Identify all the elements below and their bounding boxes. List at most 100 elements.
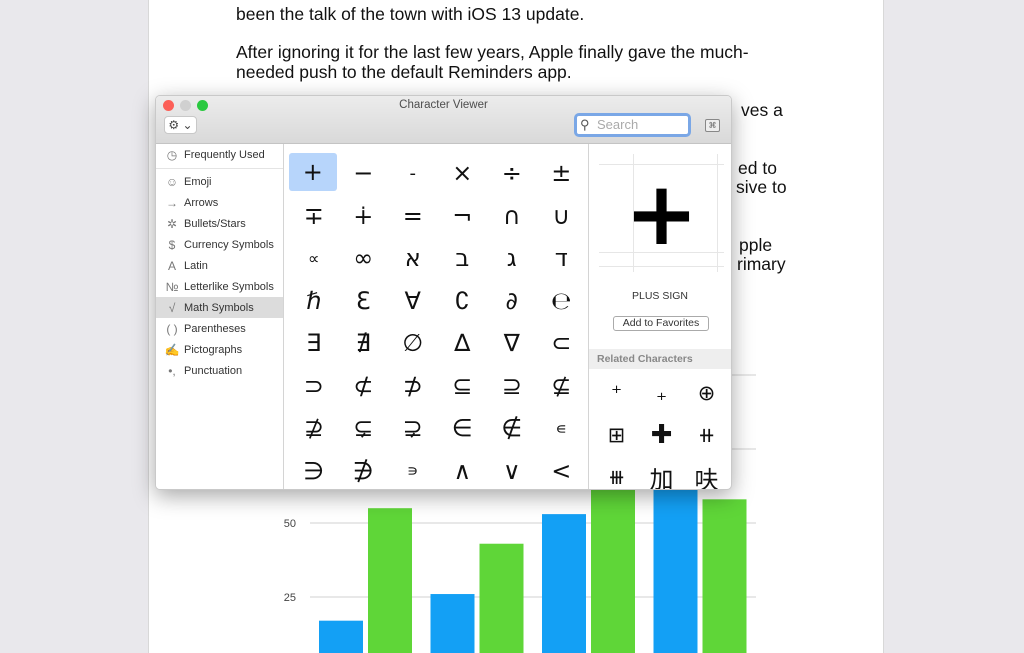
sidebar-item-letterlike-symbols[interactable]: № Letterlike Symbols <box>156 276 283 297</box>
sidebar-item-parentheses[interactable]: ( ) Parentheses <box>156 318 283 339</box>
character-cell[interactable]: ℮ <box>537 280 587 323</box>
sidebar-item-latin[interactable]: A Latin <box>156 255 283 276</box>
character-cell[interactable]: ⊅ <box>388 365 438 408</box>
character-cell[interactable]: < <box>537 450 587 490</box>
sidebar-item-arrows[interactable]: → Arrows <box>156 192 283 213</box>
character-cell[interactable]: ∂ <box>487 280 537 323</box>
sidebar-item-label: Punctuation <box>184 364 243 377</box>
character-cell[interactable]: + <box>289 153 337 191</box>
arrow-icon: → <box>166 195 178 210</box>
parentheses-icon: ( ) <box>166 321 178 336</box>
character-cell[interactable]: ∓ <box>289 195 339 238</box>
clock-icon: ◷ <box>166 147 178 162</box>
character-cell[interactable]: ∋ <box>289 450 339 490</box>
y-tick-label: 50 <box>284 518 296 530</box>
character-detail-panel: + PLUS SIGN Add to Favorites Related Cha… <box>588 144 731 489</box>
character-cell[interactable]: ∁ <box>438 280 488 323</box>
character-cell[interactable]: ⊈ <box>537 365 587 408</box>
character-cell[interactable]: ÷ <box>487 152 537 195</box>
character-cell[interactable]: ⊂ <box>537 322 587 365</box>
smiley-icon: ☺ <box>165 174 179 189</box>
character-cell[interactable]: ¬ <box>438 195 488 238</box>
category-sidebar: ◷ Frequently Used ☺ Emoji → Arrows ✲ Bullets/St… <box>156 144 284 489</box>
sidebar-item-label: Emoji <box>184 175 212 188</box>
character-cell[interactable]: ⊃ <box>289 365 339 408</box>
related-character-cell[interactable]: ✚ <box>639 414 684 456</box>
character-cell[interactable]: ∍ <box>388 450 438 490</box>
character-cell[interactable]: ± <box>537 152 587 195</box>
title-bar[interactable]: Character Viewer ⚙ ⌄ ⚲ Search ⌘ <box>156 96 731 144</box>
character-cell[interactable]: א <box>388 237 438 280</box>
pictograph-icon: ✍ <box>164 342 180 357</box>
character-cell[interactable]: ∞ <box>339 237 389 280</box>
sidebar-item-label: Parentheses <box>184 322 246 335</box>
bar-series1-cat1 <box>319 620 363 653</box>
character-cell[interactable]: ⊆ <box>438 365 488 408</box>
character-cell[interactable]: ∉ <box>487 407 537 450</box>
character-cell[interactable]: ∩ <box>487 195 537 238</box>
sidebar-item-currency-symbols[interactable]: $ Currency Symbols <box>156 234 283 255</box>
sidebar-item-label: Math Symbols <box>184 301 254 314</box>
character-cell[interactable]: ∆ <box>438 322 488 365</box>
related-character-cell[interactable]: ⊕ <box>684 372 729 414</box>
gear-menu-button[interactable]: ⚙ ⌄ <box>164 116 197 134</box>
sidebar-item-emoji[interactable]: ☺ Emoji <box>156 171 283 192</box>
character-cell[interactable]: ד <box>537 237 587 280</box>
sidebar-item-punctuation[interactable]: •, Punctuation <box>156 360 283 381</box>
character-cell[interactable]: ⊋ <box>388 407 438 450</box>
character-cell[interactable]: ∄ <box>339 322 389 365</box>
search-placeholder: Search <box>597 117 639 132</box>
character-cell[interactable]: = <box>388 195 438 238</box>
character-cell[interactable]: ג <box>487 237 537 280</box>
sidebar-item-math-symbols[interactable]: √ Math Symbols <box>156 297 283 318</box>
bar-series1-cat4 <box>653 463 698 653</box>
character-cell[interactable]: ב <box>438 237 488 280</box>
character-cell[interactable]: ⊉ <box>289 407 339 450</box>
character-cell[interactable]: ∀ <box>388 280 438 323</box>
character-cell[interactable]: − <box>339 152 389 195</box>
character-cell[interactable]: ∊ <box>537 407 587 450</box>
bar-series2-cat3 <box>591 475 635 653</box>
character-cell[interactable]: ∝ <box>289 237 339 280</box>
related-character-cell[interactable]: 呋 <box>684 456 729 490</box>
character-cell[interactable]: ℏ <box>289 280 339 323</box>
dollar-icon: $ <box>168 237 176 252</box>
bar-series1-cat3 <box>542 514 586 653</box>
related-characters-grid: ⁺ ₊ ⊕ ⊞ ✚ ⧺ ⧻ 加呋 <box>594 372 729 490</box>
character-cell[interactable]: ⊊ <box>339 407 389 450</box>
character-name: PLUS SIGN <box>631 290 689 302</box>
sidebar-item-label: Letterlike Symbols <box>184 280 274 293</box>
character-cell[interactable]: ∅ <box>388 322 438 365</box>
add-to-favorites-button[interactable]: Add to Favorites <box>613 316 709 331</box>
sidebar-item-frequently-used[interactable]: ◷ Frequently Used <box>156 144 283 165</box>
character-cell[interactable]: ∌ <box>339 450 389 490</box>
bar-series1-cat2 <box>430 594 475 653</box>
related-character-cell[interactable]: ⁺ <box>594 372 639 414</box>
character-cell[interactable]: ⊇ <box>487 365 537 408</box>
character-cell[interactable]: ∈ <box>438 407 488 450</box>
sidebar-item-label: Currency Symbols <box>184 238 274 251</box>
search-input[interactable]: ⚲ Search <box>574 113 691 137</box>
character-cell[interactable]: ∔ <box>339 195 389 238</box>
character-cell[interactable]: ∨ <box>487 450 537 490</box>
keyboard-viewer-icon[interactable]: ⌘ <box>705 119 720 132</box>
related-character-cell[interactable]: ⊞ <box>594 414 639 456</box>
related-character-cell[interactable]: ⧺ <box>684 414 729 456</box>
character-cell[interactable]: ∧ <box>438 450 488 490</box>
sidebar-item-pictographs[interactable]: ✍ Pictographs <box>156 339 283 360</box>
character-cell[interactable]: ∇ <box>487 322 537 365</box>
bar-series2-cat2 <box>479 543 524 653</box>
related-character-cell[interactable]: ⧻ <box>594 456 639 489</box>
sidebar-item-label: Frequently Used <box>184 148 265 161</box>
character-cell[interactable]: ℇ <box>339 280 389 323</box>
character-cell[interactable]: ∃ <box>289 322 339 365</box>
sidebar-item-bullets-stars[interactable]: ✲ Bullets/Stars <box>156 213 283 234</box>
related-character-cell[interactable]: 加 <box>639 456 684 490</box>
character-cell[interactable]: ⊄ <box>339 365 389 408</box>
character-cell[interactable]: ∪ <box>537 195 587 238</box>
character-cell[interactable]: × <box>438 152 488 195</box>
latin-a-icon: A <box>167 258 176 273</box>
related-character-cell[interactable]: ₊ <box>639 372 684 414</box>
character-grid: + − - × ÷ ± ∓ ∔ = ¬ ∩ ∪ ∝ ∞ א ב ג ד ℏ ℇ ∀ ∁ ∂ ℮ ∃ ∄ ∅ ∆ ∇ ⊂ ⊃ ⊄ ⊅ ⊆ ⊇ ⊈ ⊉ ⊊ ⊋ ∈… <box>284 144 588 489</box>
character-cell[interactable]: - <box>388 152 438 195</box>
